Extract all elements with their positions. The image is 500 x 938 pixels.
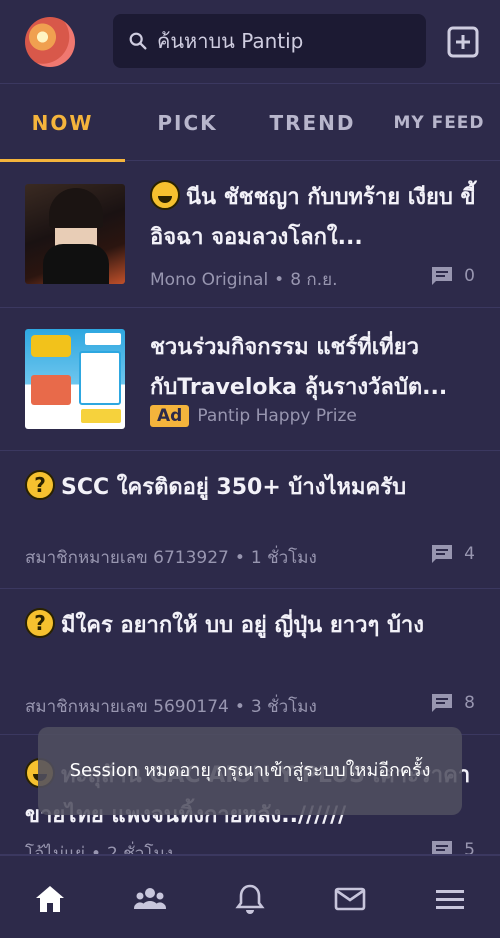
home-icon[interactable] [33, 882, 67, 916]
comment-icon [432, 267, 453, 285]
post-thumbnail[interactable] [25, 184, 125, 284]
comment-count: 0 [430, 264, 475, 288]
post-title[interactable]: ? มีใคร อยากให้ บบ อยู่ ญี่ปุ่น ยาวๆ บ้าง [25, 606, 480, 646]
search-bar[interactable] [113, 14, 426, 68]
comment-count: 8 [430, 691, 475, 715]
separator-dot: • [274, 270, 285, 290]
separator-dot: • [234, 697, 245, 717]
laugh-emoji-icon [150, 180, 180, 210]
session-expired-toast: Session หมดอายุ กรุณาเข้าสู่ระบบใหม่อีกค… [38, 727, 462, 815]
post-time: 3 ชั่วโมง [250, 697, 317, 717]
avatar[interactable] [25, 17, 75, 67]
post-title[interactable]: นีน ชัชชญา กับบทร้าย เงียบ ขี้อิจฉา จอมล… [150, 178, 480, 258]
community-icon[interactable] [133, 882, 167, 916]
tab-trend[interactable]: TREND [255, 85, 370, 161]
bottom-navigation [0, 855, 500, 938]
comment-number: 5 [464, 840, 475, 855]
post-time: 8 ก.ย. [290, 270, 338, 290]
comment-count: 4 [430, 542, 475, 566]
post-meta: Mono Original • 8 ก.ย. [150, 266, 337, 293]
ad-badge: Ad [150, 405, 190, 427]
post-meta: สมาชิกหมายเลข 5690174 • 3 ชั่วโมง [25, 693, 317, 720]
mail-icon[interactable] [333, 882, 367, 916]
post-author[interactable]: สมาชิกหมายเลข 5690174 [25, 697, 229, 717]
question-emoji-icon: ? [25, 608, 55, 638]
tab-now[interactable]: NOW [0, 85, 125, 162]
feed-tabs: NOW PICK TREND MY FEED [0, 85, 500, 162]
new-post-icon[interactable] [446, 25, 480, 59]
feed-item[interactable]: ? มีใคร อยากให้ บบ อยู่ ญี่ปุ่น ยาวๆ บ้าง… [0, 590, 500, 735]
post-meta: โอ้ไม่แย่ • 2 ชั่วโมง [25, 840, 173, 855]
feed-item[interactable]: ? SCC ใครติดอยู่ 350+ บ้างไหมครับ สมาชิกห… [0, 452, 500, 589]
search-icon [129, 32, 147, 50]
feed-item[interactable]: นีน ชัชชญา กับบทร้าย เงียบ ขี้อิจฉา จอมล… [0, 162, 500, 308]
notification-bell-icon[interactable] [233, 882, 267, 916]
ad-thumbnail[interactable] [25, 329, 125, 429]
ad-title[interactable]: ชวนร่วมกิจกรรม แชร์ที่เที่ยว กับTravelok… [150, 328, 480, 408]
comment-icon [432, 694, 453, 712]
separator-dot: • [234, 548, 245, 568]
comment-number: 4 [464, 544, 475, 564]
question-emoji-icon: ? [25, 470, 55, 500]
tab-pick[interactable]: PICK [130, 85, 245, 161]
comment-number: 0 [464, 266, 475, 286]
tab-my-feed[interactable]: MY FEED [380, 85, 498, 161]
post-time: 1 ชั่วโมง [250, 548, 317, 568]
app-header [0, 0, 500, 84]
comment-number: 8 [464, 693, 475, 713]
search-input[interactable] [157, 29, 407, 53]
comment-icon [432, 841, 453, 854]
comment-count: 5 [430, 838, 475, 855]
comment-icon [432, 545, 453, 563]
post-time: 2 ชั่วโมง [107, 844, 173, 855]
menu-icon[interactable] [433, 882, 467, 916]
ad-meta: Ad Pantip Happy Prize [150, 405, 357, 427]
post-meta: สมาชิกหมายเลข 6713927 • 1 ชั่วโมง [25, 544, 317, 571]
post-author[interactable]: สมาชิกหมายเลข 6713927 [25, 548, 229, 568]
post-author[interactable]: โอ้ไม่แย่ [25, 844, 85, 854]
post-title[interactable]: ? SCC ใครติดอยู่ 350+ บ้างไหมครับ [25, 468, 480, 508]
post-source[interactable]: Mono Original [150, 270, 268, 290]
separator-dot: • [91, 844, 102, 855]
ad-item[interactable]: ชวนร่วมกิจกรรม แชร์ที่เที่ยว กับTravelok… [0, 309, 500, 451]
ad-source[interactable]: Pantip Happy Prize [197, 406, 357, 426]
